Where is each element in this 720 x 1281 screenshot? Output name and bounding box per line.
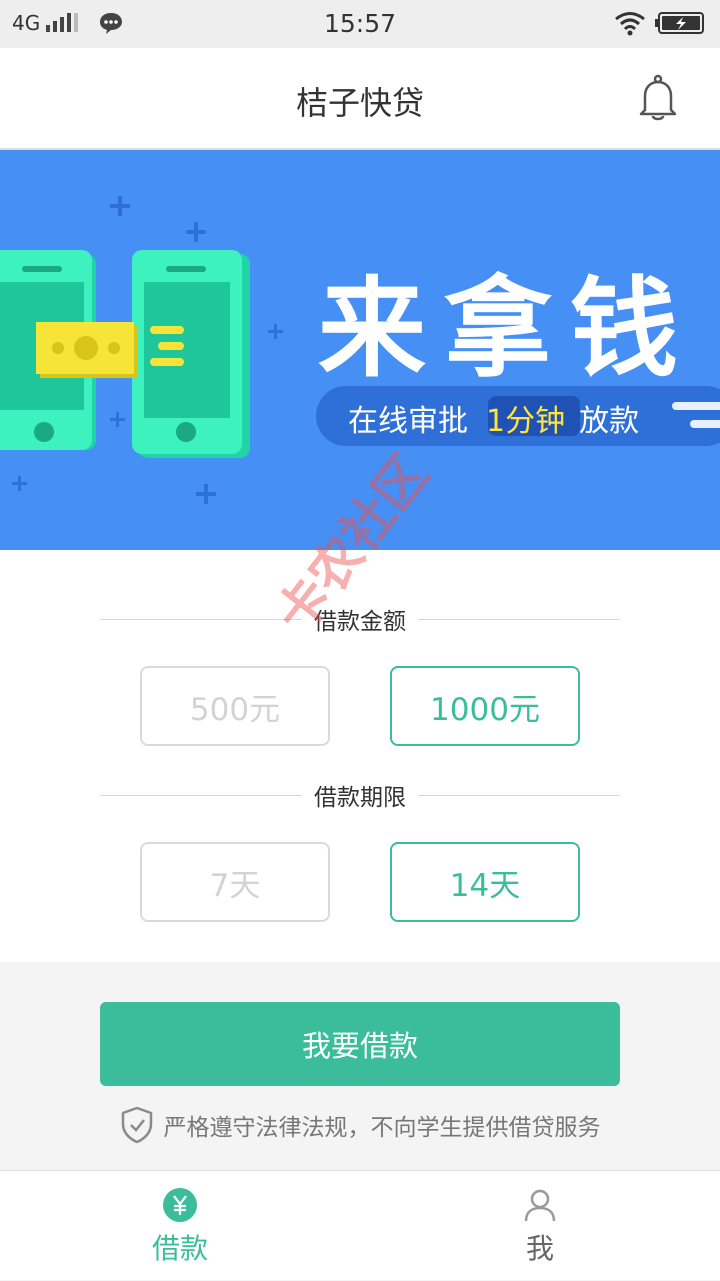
term-title: 借款期限 xyxy=(314,785,406,811)
banner-subtitle-post: 放款 xyxy=(579,404,640,439)
tab-me[interactable]: 我 xyxy=(360,1171,720,1281)
divider xyxy=(100,794,302,796)
apply-loan-button[interactable]: 我要借款 xyxy=(100,1002,620,1086)
promo-banner[interactable]: 来拿钱 在线审批 1分钟 放款 xyxy=(0,150,720,550)
banner-subtitle: 在线审批 1分钟 放款 xyxy=(348,396,639,440)
term-option-14[interactable]: 14天 xyxy=(390,842,580,922)
amount-option-1000[interactable]: 1000元 xyxy=(390,666,580,746)
wifi-icon xyxy=(615,12,645,36)
divider xyxy=(418,618,620,620)
status-time: 15:57 xyxy=(323,9,397,38)
tab-me-label: 我 xyxy=(525,1232,554,1265)
compliance-text: 严格遵守法律法规，不向学生提供借贷服务 xyxy=(163,1115,601,1141)
amount-section-title: 借款金额 xyxy=(100,604,620,635)
bell-icon xyxy=(639,74,677,121)
status-right xyxy=(614,10,706,36)
banner-subtitle-highlight: 1分钟 xyxy=(486,404,566,439)
loan-options-panel: 借款金额 500元 1000元 借款期限 7天 14天 xyxy=(0,550,720,962)
banner-headline: 来拿钱 xyxy=(318,267,697,392)
shield-icon xyxy=(121,1106,152,1144)
app-header: 桔子快贷 xyxy=(0,48,720,150)
tab-loan[interactable]: 借款 xyxy=(0,1171,360,1281)
user-icon xyxy=(524,1189,556,1222)
divider xyxy=(100,618,302,620)
notification-button[interactable] xyxy=(636,74,680,122)
bottom-tab-bar: 借款 我 xyxy=(0,1170,720,1280)
term-option-7[interactable]: 7天 xyxy=(140,842,330,922)
page-title: 桔子快贷 xyxy=(295,84,424,122)
term-section-title: 借款期限 xyxy=(100,780,620,811)
tab-loan-label: 借款 xyxy=(151,1232,208,1265)
divider xyxy=(418,794,620,796)
amount-title: 借款金额 xyxy=(314,609,406,635)
compliance-notice: 严格遵守法律法规，不向学生提供借贷服务 xyxy=(0,1106,720,1144)
amount-option-500[interactable]: 500元 xyxy=(140,666,330,746)
status-bar: 4G 15:57 xyxy=(0,0,720,48)
battery-icon xyxy=(655,12,704,34)
yen-coin-icon xyxy=(163,1188,197,1222)
banner-subtitle-pre: 在线审批 xyxy=(348,404,468,439)
